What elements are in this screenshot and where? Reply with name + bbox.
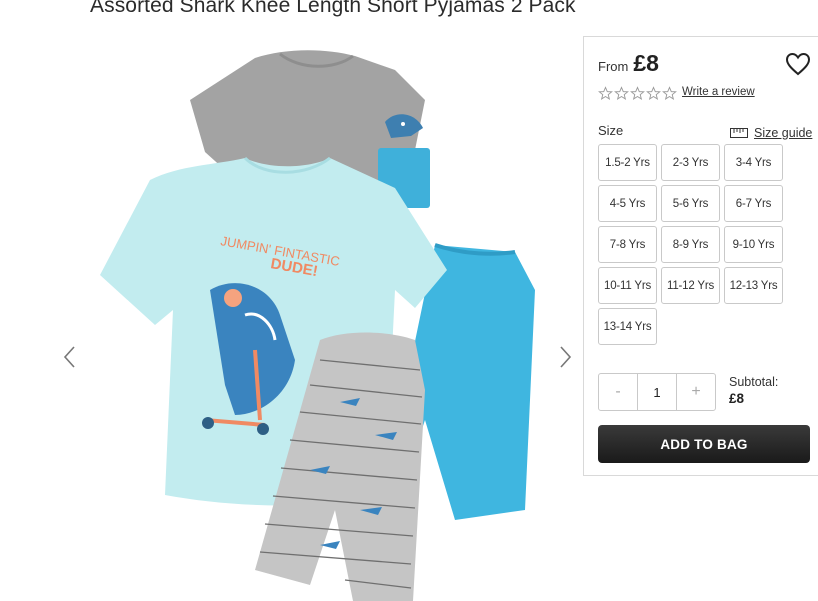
rating-stars xyxy=(598,86,677,101)
star-outline-icon xyxy=(614,86,629,100)
quantity-stepper: - 1 + xyxy=(598,373,716,411)
add-to-bag-button[interactable]: ADD TO BAG xyxy=(598,425,810,463)
write-review-link[interactable]: Write a review xyxy=(682,86,755,98)
size-option-1-5-2-yrs[interactable]: 1.5-2 Yrs xyxy=(598,144,657,181)
star-outline-icon xyxy=(646,86,661,100)
chevron-left-icon xyxy=(63,346,75,368)
size-options: 1.5-2 Yrs 2-3 Yrs 3-4 Yrs 4-5 Yrs 5-6 Yr… xyxy=(598,144,788,345)
size-option-3-4-yrs[interactable]: 3-4 Yrs xyxy=(724,144,783,181)
product-title: Assorted Shark Knee Length Short Pyjamas… xyxy=(90,0,576,17)
gallery-prev-button[interactable] xyxy=(60,343,80,371)
size-option-9-10-yrs[interactable]: 9-10 Yrs xyxy=(724,226,783,263)
purchase-panel: From £8 Write a review Size Size guide 1… xyxy=(583,36,818,476)
quantity-decrease-button[interactable]: - xyxy=(599,374,637,410)
quantity-increase-button[interactable]: + xyxy=(677,374,715,410)
subtotal: Subtotal: £8 xyxy=(729,375,778,406)
chevron-right-icon xyxy=(560,346,572,368)
price: From £8 xyxy=(598,50,659,77)
size-option-2-3-yrs[interactable]: 2-3 Yrs xyxy=(661,144,720,181)
wishlist-button[interactable] xyxy=(784,51,812,77)
size-option-4-5-yrs[interactable]: 4-5 Yrs xyxy=(598,185,657,222)
gallery-next-button[interactable] xyxy=(555,343,575,371)
size-option-12-13-yrs[interactable]: 12-13 Yrs xyxy=(724,267,783,304)
quantity-input[interactable]: 1 xyxy=(637,374,677,410)
star-outline-icon xyxy=(662,86,677,100)
ruler-icon xyxy=(730,128,748,138)
price-value: £8 xyxy=(633,50,659,76)
size-option-11-12-yrs[interactable]: 11-12 Yrs xyxy=(661,267,720,304)
size-option-5-6-yrs[interactable]: 5-6 Yrs xyxy=(661,185,720,222)
size-guide-label: Size guide xyxy=(754,126,813,140)
subtotal-label: Subtotal: xyxy=(729,375,779,389)
size-label: Size xyxy=(598,123,624,138)
size-option-13-14-yrs[interactable]: 13-14 Yrs xyxy=(598,308,657,345)
size-guide-link[interactable]: Size guide xyxy=(730,126,812,140)
heart-icon xyxy=(785,52,811,76)
star-outline-icon xyxy=(630,86,645,100)
subtotal-value: £8 xyxy=(729,391,745,406)
star-outline-icon xyxy=(598,86,613,100)
price-from-label: From xyxy=(598,59,629,74)
size-option-6-7-yrs[interactable]: 6-7 Yrs xyxy=(724,185,783,222)
product-image: JUMPIN' FINTASTIC DUDE! xyxy=(100,50,535,601)
size-option-7-8-yrs[interactable]: 7-8 Yrs xyxy=(598,226,657,263)
size-option-8-9-yrs[interactable]: 8-9 Yrs xyxy=(661,226,720,263)
size-option-10-11-yrs[interactable]: 10-11 Yrs xyxy=(598,267,657,304)
